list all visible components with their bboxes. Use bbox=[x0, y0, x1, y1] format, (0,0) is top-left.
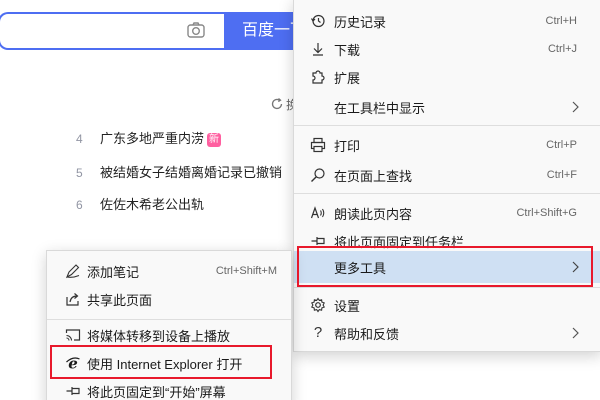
menu-item-label: 朗读此页内容 bbox=[334, 206, 413, 222]
browser-menu: 历史记录 Ctrl+H 下载 Ctrl+J 扩展 在工具栏中显示 打印 Ctrl… bbox=[293, 0, 600, 352]
help-icon: ? bbox=[313, 324, 323, 341]
menu-item-pin-start[interactable]: 将此页固定到“开始”屏幕 bbox=[47, 377, 291, 400]
settings-icon bbox=[311, 297, 325, 313]
download-icon bbox=[313, 43, 323, 56]
menu-item-label: 在工具栏中显示 bbox=[334, 100, 426, 116]
print-icon bbox=[310, 137, 326, 153]
share-icon bbox=[66, 293, 79, 306]
menu-item-label: 在页面上查找 bbox=[334, 168, 413, 184]
extensions-icon bbox=[312, 70, 325, 84]
svg-text:e: e bbox=[68, 355, 78, 371]
menu-item-label: 将媒体转移到设备上播放 bbox=[87, 328, 231, 344]
hot-item-title[interactable]: 广东多地严重内涝 bbox=[100, 131, 204, 146]
menu-item-share-page[interactable]: 共享此页面 bbox=[47, 285, 291, 313]
menu-item-cast-media[interactable]: 将媒体转移到设备上播放 bbox=[47, 321, 291, 349]
pin-taskbar-icon bbox=[311, 237, 325, 245]
search-button[interactable]: 百度一下 bbox=[224, 12, 304, 50]
shortcut-text: Ctrl+P bbox=[546, 139, 577, 151]
menu-item-label: 帮助和反馈 bbox=[334, 326, 400, 342]
chevron-right-icon bbox=[572, 327, 579, 339]
camera-icon[interactable] bbox=[186, 20, 206, 40]
shortcut-text: Ctrl+Shift+G bbox=[516, 207, 577, 219]
menu-item-label: 共享此页面 bbox=[87, 292, 153, 308]
chevron-right-icon bbox=[572, 261, 579, 273]
menu-item-find[interactable]: 在页面上查找 Ctrl+F bbox=[294, 159, 600, 191]
menu-divider bbox=[294, 193, 600, 194]
menu-divider bbox=[294, 125, 600, 126]
menu-item-show-in-toolbar[interactable]: 在工具栏中显示 bbox=[294, 91, 600, 123]
shortcut-text: Ctrl+Shift+M bbox=[215, 265, 277, 277]
menu-item-label: 打印 bbox=[334, 138, 361, 154]
shortcut-text: Ctrl+J bbox=[547, 43, 577, 55]
menu-item-open-with-ie[interactable]: e 使用 Internet Explorer 打开 bbox=[47, 349, 291, 377]
menu-item-label: 更多工具 bbox=[334, 260, 387, 276]
ie-icon: e bbox=[66, 355, 80, 371]
menu-item-help-feedback[interactable]: ? 帮助和反馈 bbox=[294, 317, 600, 349]
shortcut-text: Ctrl+H bbox=[545, 15, 577, 27]
find-icon bbox=[311, 168, 325, 182]
menu-divider bbox=[47, 319, 291, 320]
menu-item-label: 扩展 bbox=[334, 70, 361, 86]
cast-icon bbox=[65, 329, 81, 341]
menu-item-label: 历史记录 bbox=[334, 14, 387, 30]
list-item[interactable]: 5 被结婚女子结婚离婚记录已撤销 bbox=[76, 162, 282, 182]
menu-item-print[interactable]: 打印 Ctrl+P bbox=[294, 129, 600, 161]
pen-icon bbox=[65, 264, 80, 279]
rank-number: 4 bbox=[76, 132, 83, 146]
rank-number: 6 bbox=[76, 198, 83, 212]
pin-start-icon bbox=[66, 387, 80, 395]
menu-divider bbox=[294, 287, 600, 288]
menu-item-label: 设置 bbox=[334, 298, 361, 314]
new-badge: 新 bbox=[207, 133, 222, 147]
read-aloud-icon bbox=[310, 206, 325, 219]
menu-item-label: 添加笔记 bbox=[87, 264, 140, 280]
history-icon bbox=[310, 14, 325, 28]
more-tools-submenu: 添加笔记 Ctrl+Shift+M 共享此页面 将媒体转移到设备上播放 e 使用… bbox=[46, 250, 292, 400]
menu-item-label: 将此页固定到“开始”屏幕 bbox=[87, 384, 226, 400]
list-item[interactable]: 4 广东多地严重内涝新 bbox=[76, 128, 222, 148]
menu-item-more-tools[interactable]: 更多工具 bbox=[294, 251, 600, 283]
chevron-right-icon bbox=[572, 101, 579, 113]
menu-item-label: 将此页面固定到任务栏 bbox=[334, 234, 465, 250]
shortcut-text: Ctrl+F bbox=[546, 169, 577, 181]
menu-item-label: 使用 Internet Explorer 打开 bbox=[87, 356, 243, 372]
menu-item-label: 下载 bbox=[334, 42, 361, 58]
hot-item-title[interactable]: 佐佐木希老公出轨 bbox=[100, 197, 204, 212]
hot-item-title[interactable]: 被结婚女子结婚离婚记录已撤销 bbox=[100, 165, 282, 180]
menu-item-add-note[interactable]: 添加笔记 Ctrl+Shift+M bbox=[47, 257, 291, 285]
menu-item-extensions[interactable]: 扩展 bbox=[294, 61, 600, 93]
list-item[interactable]: 6 佐佐木希老公出轨 bbox=[76, 194, 204, 214]
rank-number: 5 bbox=[76, 166, 83, 180]
refresh-icon[interactable] bbox=[270, 97, 284, 111]
